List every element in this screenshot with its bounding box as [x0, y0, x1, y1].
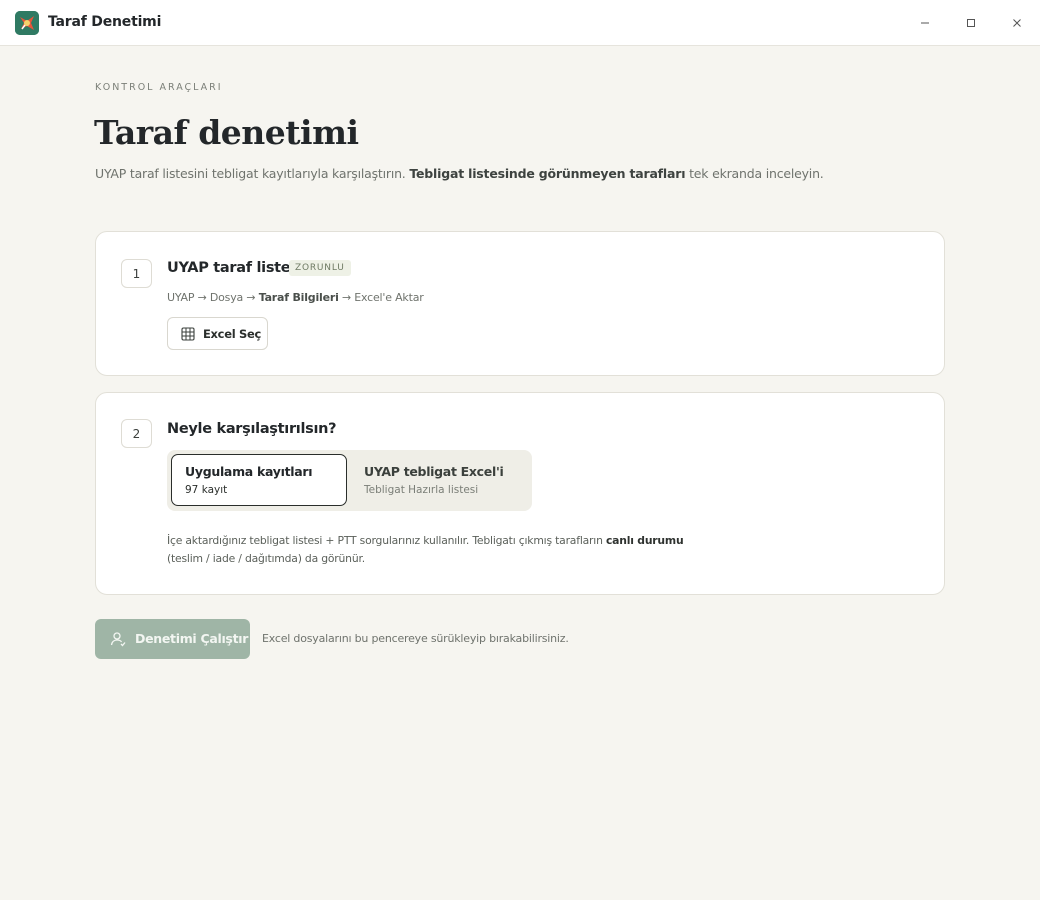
step-2-card: 2 Neyle karşılaştırılsın? Uygulama kayıt…: [95, 392, 945, 595]
page-subtitle: UYAP taraf listesini tebligat kayıtlarıy…: [95, 166, 824, 181]
table-grid-icon: [181, 327, 195, 341]
minimize-icon: [921, 22, 929, 24]
drop-hint-text: Excel dosyalarını bu pencereye sürükleyi…: [262, 632, 569, 645]
step-number: 1: [121, 259, 152, 288]
subtitle-text: UYAP taraf listesini tebligat kayıtlarıy…: [95, 166, 410, 181]
path-text: UYAP → Dosya →: [167, 291, 259, 304]
close-button[interactable]: [1005, 12, 1029, 34]
path-emphasis: Taraf Bilgileri: [258, 291, 339, 304]
option-app-records[interactable]: Uygulama kayıtları 97 kayıt: [171, 454, 347, 506]
option-title: UYAP tebligat Excel'i: [364, 464, 504, 479]
path-text-end: → Excel'e Aktar: [338, 291, 424, 304]
step-title: UYAP taraf listesi: [167, 260, 304, 276]
desc-emphasis: canlı durumu: [605, 534, 684, 547]
run-audit-button[interactable]: Denetimi Çalıştır: [95, 619, 250, 659]
minimize-button[interactable]: [913, 12, 937, 34]
maximize-button[interactable]: [959, 12, 983, 34]
required-badge: ZORUNLU: [289, 260, 351, 276]
step-number: 2: [121, 419, 152, 448]
option-title: Uygulama kayıtları: [185, 464, 313, 479]
select-excel-label: Excel Seç: [203, 327, 262, 341]
option-subtitle: 97 kayıt: [185, 484, 228, 496]
section-eyebrow: KONTROL ARAÇLARI: [95, 82, 223, 93]
step-title: Neyle karşılaştırılsın?: [167, 421, 337, 437]
user-check-icon: [110, 632, 126, 647]
option-uyap-excel[interactable]: UYAP tebligat Excel'i Tebligat Hazırla l…: [351, 454, 529, 506]
page-title: Taraf denetimi: [94, 113, 359, 152]
subtitle-emphasis: Tebligat listesinde görünmeyen tarafları: [409, 166, 686, 181]
maximize-icon: [967, 19, 975, 27]
app-title: Taraf Denetimi: [48, 14, 162, 30]
desc-text: İçe aktardığınız tebligat listesi + PTT …: [167, 534, 606, 547]
step-1-card: 1 UYAP taraf listesi ZORUNLU UYAP → Dosy…: [95, 231, 945, 376]
title-bar: Taraf Denetimi: [0, 0, 1040, 46]
option-subtitle: Tebligat Hazırla listesi: [364, 484, 479, 496]
uyap-path-hint: UYAP → Dosya → Taraf Bilgileri → Excel'e…: [167, 291, 424, 304]
close-icon: [1013, 19, 1021, 27]
comparison-source-selector: Uygulama kayıtları 97 kayıt UYAP tebliga…: [167, 450, 532, 511]
run-audit-label: Denetimi Çalıştır: [135, 631, 249, 646]
app-logo-icon: [15, 11, 39, 35]
select-excel-button[interactable]: Excel Seç: [167, 317, 268, 350]
desc-text-end: (teslim / iade / dağıtımda) da görünür.: [167, 552, 365, 565]
option-description: İçe aktardığınız tebligat listesi + PTT …: [167, 532, 727, 568]
subtitle-text-end: tek ekranda inceleyin.: [685, 166, 824, 181]
